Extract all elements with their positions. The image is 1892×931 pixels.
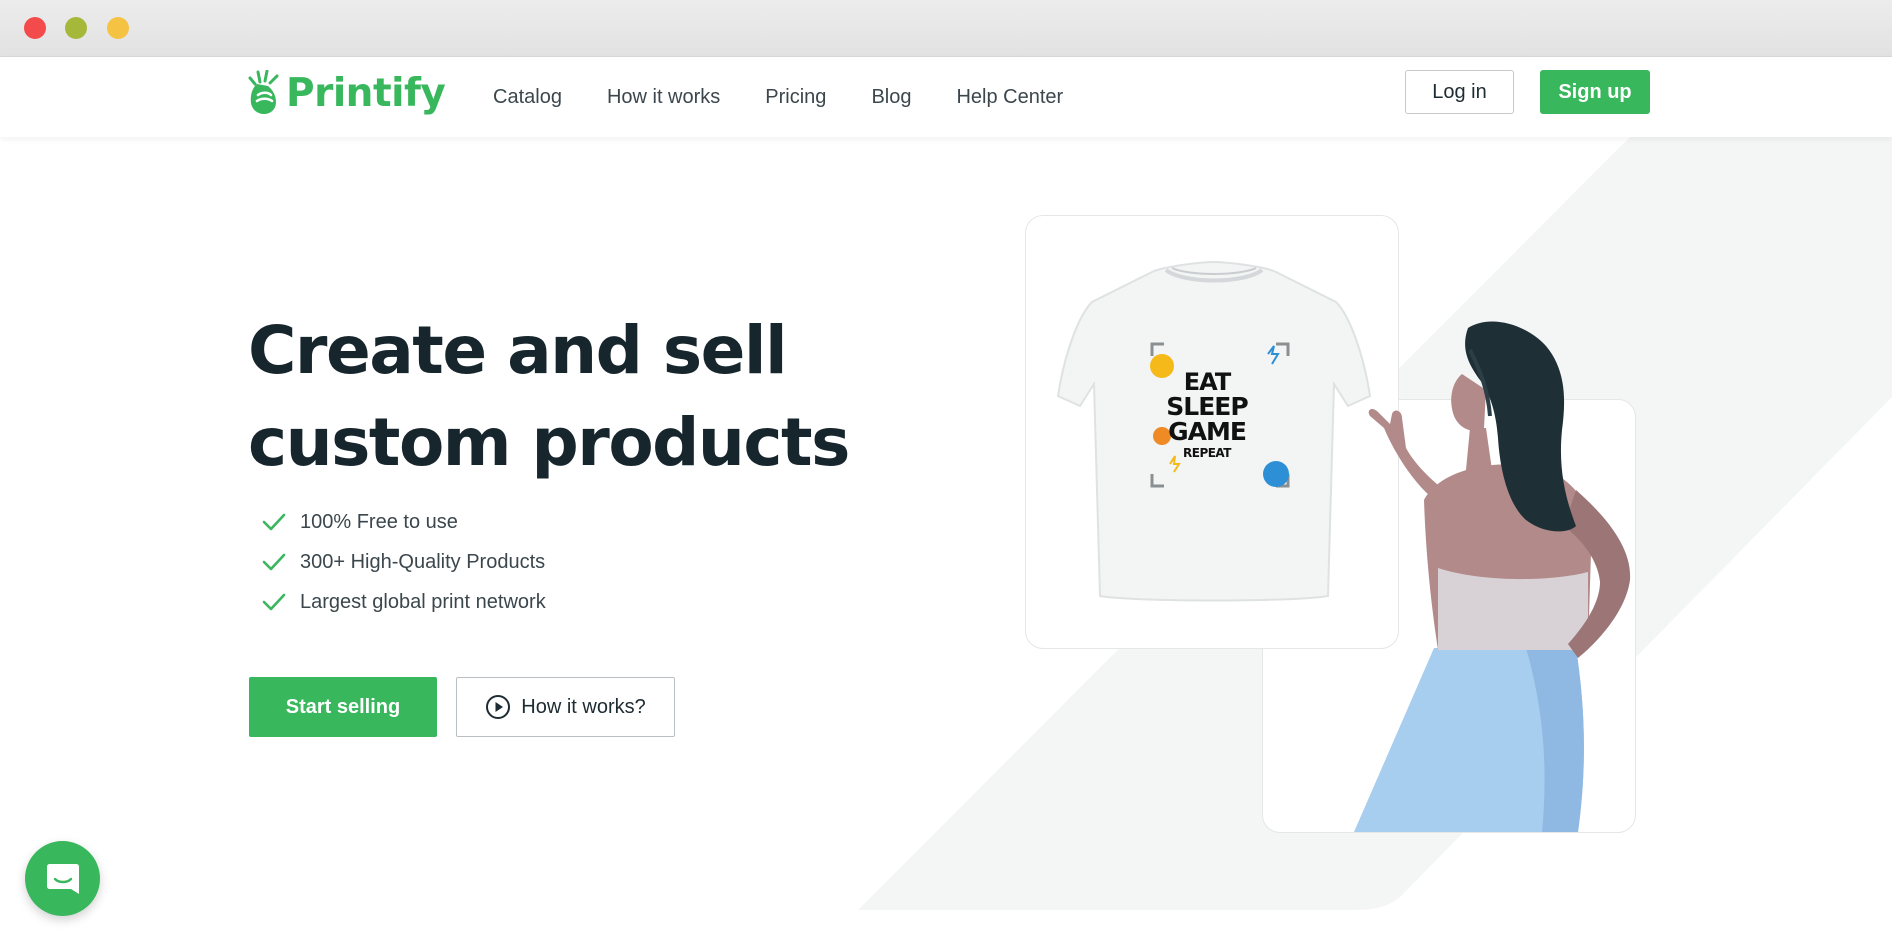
- feature-item: Largest global print network: [262, 582, 546, 622]
- print-line-eat: EAT: [1183, 367, 1231, 396]
- feature-label: Largest global print network: [300, 590, 546, 613]
- print-line-sleep: SLEEP: [1166, 391, 1248, 421]
- nav-item-how-it-works[interactable]: How it works: [607, 86, 720, 109]
- checkmark-icon: [262, 593, 286, 611]
- chat-launcher-button[interactable]: [25, 841, 100, 916]
- main-menu: Catalog How it works Pricing Blog Help C…: [493, 57, 1108, 137]
- hero-headline-line-1: Create and sell: [248, 312, 788, 389]
- hero-headline-line-2: custom products: [248, 404, 850, 481]
- feature-list: 100% Free to use 300+ High-Quality Produ…: [262, 502, 546, 622]
- feature-label: 100% Free to use: [300, 510, 458, 533]
- top-navigation: Printify Catalog How it works Pricing Bl…: [0, 57, 1892, 137]
- chat-icon: [46, 863, 79, 894]
- login-button[interactable]: Log in: [1405, 70, 1514, 114]
- window-close-button[interactable]: [24, 17, 46, 39]
- checkmark-icon: [262, 513, 286, 531]
- how-it-works-button[interactable]: How it works?: [456, 677, 675, 737]
- logo-wordmark: Printify: [286, 70, 446, 116]
- feature-item: 300+ High-Quality Products: [262, 542, 546, 582]
- browser-chrome: [0, 0, 1892, 57]
- logo-icon: [248, 70, 279, 114]
- nav-item-pricing[interactable]: Pricing: [765, 86, 826, 109]
- print-line-repeat: REPEAT: [1183, 445, 1231, 460]
- how-it-works-label: How it works?: [521, 695, 646, 718]
- nav-item-blog[interactable]: Blog: [871, 86, 911, 109]
- start-selling-button[interactable]: Start selling: [249, 677, 437, 737]
- feature-item: 100% Free to use: [262, 502, 546, 542]
- play-circle-icon: [486, 695, 511, 719]
- tshirt-print-text: EAT SLEEP GAME REPEAT: [1151, 348, 1263, 480]
- feature-label: 300+ High-Quality Products: [300, 550, 546, 573]
- window-zoom-button[interactable]: [107, 17, 129, 39]
- print-line-game: GAME: [1168, 416, 1247, 446]
- signup-button[interactable]: Sign up: [1540, 70, 1650, 114]
- window-minimize-button[interactable]: [65, 17, 87, 39]
- nav-item-help-center[interactable]: Help Center: [956, 86, 1063, 109]
- printify-logo[interactable]: Printify: [248, 68, 446, 118]
- nav-item-catalog[interactable]: Catalog: [493, 86, 562, 109]
- hero-headline: Create and sell custom products: [248, 305, 888, 489]
- checkmark-icon: [262, 553, 286, 571]
- woman-pointing-illustration: [1354, 321, 1631, 832]
